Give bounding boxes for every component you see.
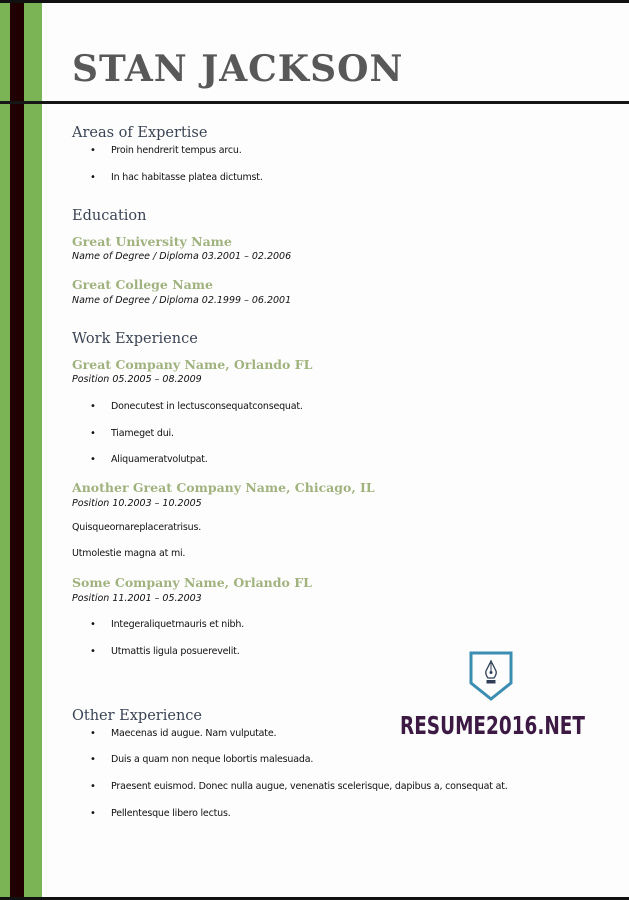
education-institution: Great University Name [72, 234, 232, 249]
other-item: • Maecenas id augue. Nam vulputate. [90, 728, 277, 739]
other-item: • Praesent euismod. Donec nulla augue, ve… [90, 781, 508, 792]
left-accent-bar-green-inner [24, 3, 42, 897]
job-detail: Utmolestie magna at mi. [72, 548, 186, 559]
left-accent-bar-green [0, 3, 10, 897]
job-duty: • Integeraliquetmauris et nibh. [90, 619, 245, 630]
job-company: Great Company Name, Orlando FL [72, 357, 313, 372]
bullet-icon: • [90, 172, 96, 183]
education-institution: Great College Name [72, 277, 213, 292]
job-position: Position 05.2005 – 08.2009 [72, 374, 202, 385]
other-item: • Pellentesque libero lectus. [90, 808, 231, 819]
job-duty: • Donecutest in lectusconsequatconsequat. [90, 401, 303, 412]
job-position: Position 11.2001 – 05.2003 [72, 593, 202, 604]
bullet-icon: • [90, 454, 96, 465]
section-title-other: Other Experience [72, 708, 202, 724]
bullet-icon: • [90, 754, 96, 765]
section-title-work: Work Experience [72, 331, 198, 347]
job-position: Position 10.2003 – 10.2005 [72, 498, 202, 509]
job-duty: • Tiameget dui. [90, 428, 174, 439]
bullet-icon: • [90, 808, 96, 819]
candidate-name: STAN JACKSON [72, 48, 404, 90]
bullet-icon: • [90, 781, 96, 792]
bullet-icon: • [90, 728, 96, 739]
bullet-icon: • [90, 619, 96, 630]
education-degree: Name of Degree / Diploma 02.1999 – 06.20… [72, 295, 292, 306]
expertise-item: • In hac habitasse platea dictumst. [90, 172, 263, 183]
job-detail: Quisqueornareplaceratrisus. [72, 522, 202, 533]
job-company: Some Company Name, Orlando FL [72, 575, 312, 590]
job-duty: • Aliquameratvolutpat. [90, 454, 208, 465]
bullet-icon: • [90, 145, 96, 156]
job-duty: • Utmattis ligula posuerevelit. [90, 646, 240, 657]
job-company: Another Great Company Name, Chicago, IL [72, 480, 375, 495]
section-title-expertise: Areas of Expertise [72, 125, 208, 141]
bullet-icon: • [90, 428, 96, 439]
bullet-icon: • [90, 401, 96, 412]
left-accent-bar-dark [10, 3, 24, 897]
expertise-item: • Proin hendrerit tempus arcu. [90, 145, 242, 156]
page-top-border [0, 0, 629, 3]
name-divider [0, 101, 629, 104]
watermark-logo-text: RESUME2016.NET [400, 711, 585, 740]
bullet-icon: • [90, 646, 96, 657]
section-title-education: Education [72, 208, 147, 224]
education-degree: Name of Degree / Diploma 03.2001 – 02.20… [72, 251, 292, 262]
pen-nib-shield-icon [469, 651, 513, 701]
other-item: • Duis a quam non neque lobortis malesuad… [90, 754, 314, 765]
